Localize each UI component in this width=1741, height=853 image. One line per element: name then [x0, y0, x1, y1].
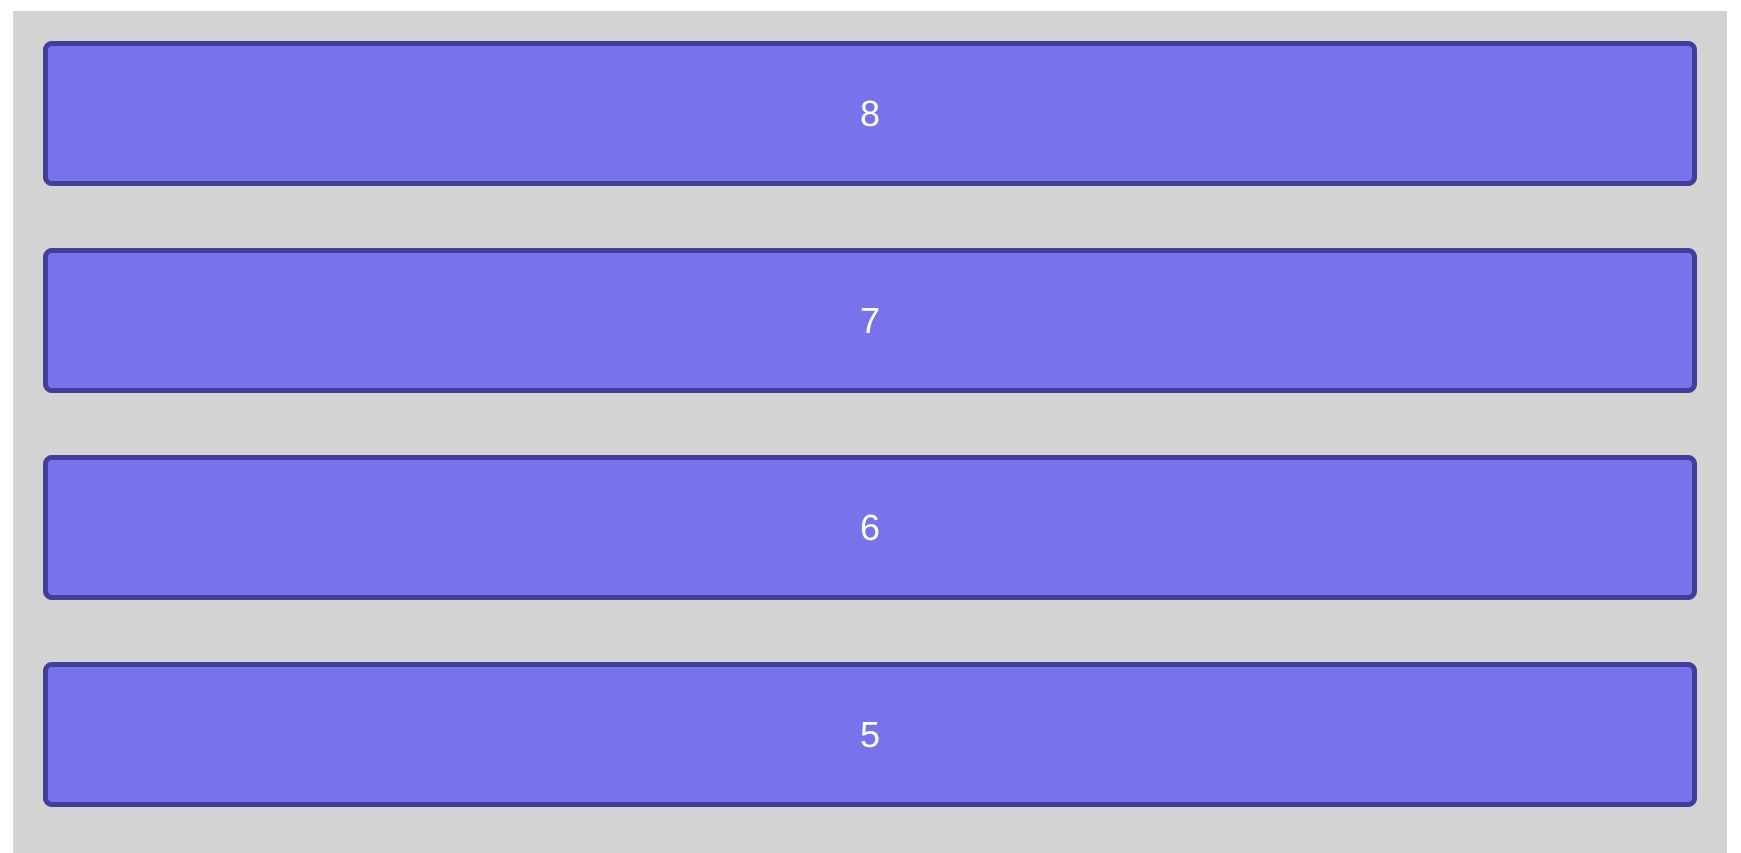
list-item-1[interactable]: 7: [43, 248, 1697, 393]
list-item-label: 5: [859, 713, 881, 755]
list-item-2[interactable]: 6: [43, 455, 1697, 600]
list-panel: 8 7 6 5: [13, 11, 1727, 853]
list-item-label: 6: [859, 506, 881, 548]
item-list: 8 7 6 5: [43, 41, 1697, 807]
list-item-label: 8: [859, 92, 881, 134]
list-item-0[interactable]: 8: [43, 41, 1697, 186]
list-item-3[interactable]: 5: [43, 662, 1697, 807]
list-item-label: 7: [859, 299, 881, 341]
